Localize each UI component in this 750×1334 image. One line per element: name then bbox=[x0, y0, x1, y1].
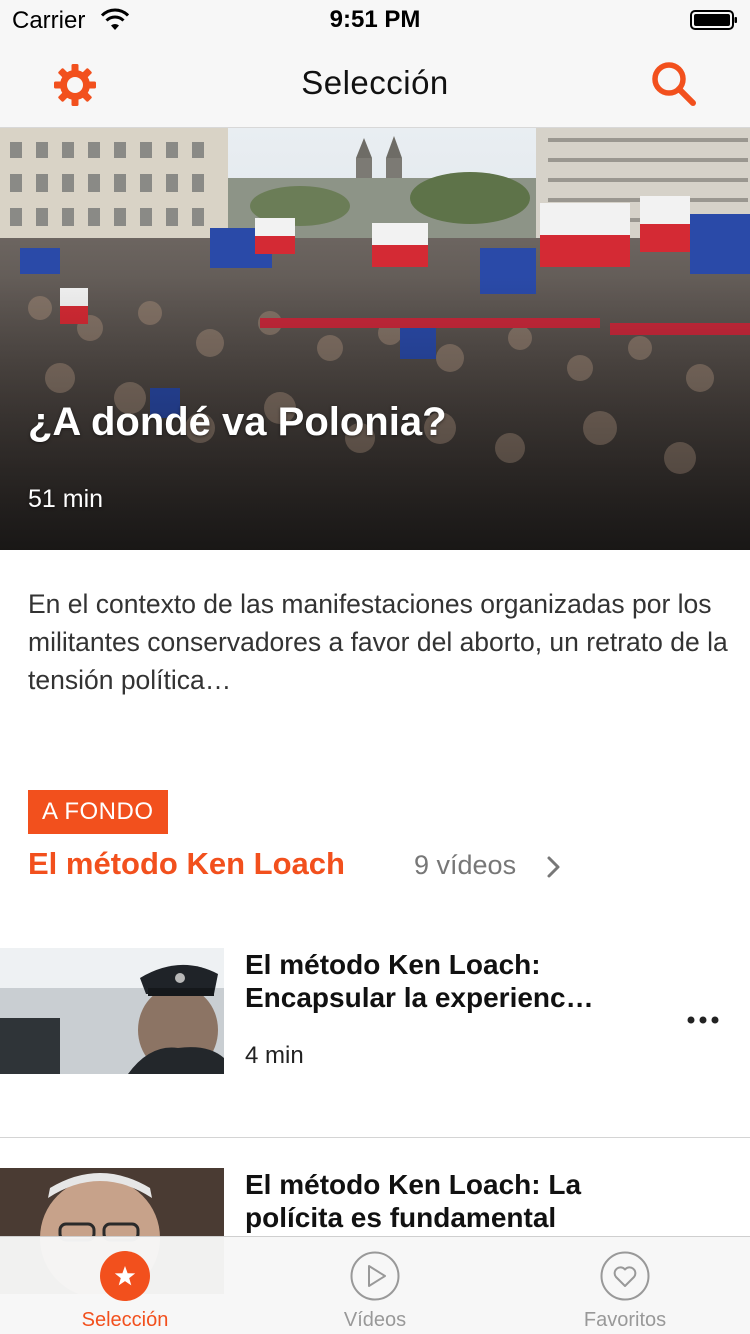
heart-icon bbox=[600, 1251, 650, 1301]
section-video-count[interactable]: 9 vídeos bbox=[414, 850, 516, 881]
list-divider bbox=[0, 1137, 750, 1138]
list-item-title: El método Ken Loach: Encapsular la exper… bbox=[245, 949, 594, 1013]
chevron-right-icon[interactable] bbox=[546, 855, 562, 879]
section-tag: A FONDO bbox=[28, 790, 168, 834]
battery-icon bbox=[690, 10, 737, 30]
list-item-duration: 4 min bbox=[245, 1042, 304, 1069]
hero-title: ¿A dondé va Polonia? bbox=[28, 400, 447, 444]
video-thumbnail bbox=[0, 948, 224, 1074]
hero-feature[interactable]: ¿A dondé va Polonia? 51 min bbox=[0, 128, 750, 550]
status-time: 9:51 PM bbox=[329, 6, 421, 33]
tab-bar: Selección Vídeos Favoritos bbox=[0, 1236, 750, 1334]
search-icon[interactable] bbox=[650, 60, 698, 108]
tab-label: Vídeos bbox=[343, 1309, 407, 1331]
tab-seleccion[interactable]: Selección bbox=[0, 1237, 250, 1334]
hero-description: En el contexto de las manifestaciones or… bbox=[28, 589, 728, 695]
hero-duration: 51 min bbox=[28, 485, 104, 513]
list-item[interactable]: El método Ken Loach: Encapsular la exper… bbox=[0, 948, 750, 1074]
hero-gradient bbox=[0, 128, 750, 550]
section-title[interactable]: El método Ken Loach bbox=[28, 846, 345, 882]
status-bar: Carrier 9:51 PM bbox=[0, 0, 750, 40]
star-icon bbox=[100, 1251, 150, 1301]
tab-label: Selección bbox=[81, 1309, 169, 1331]
tab-label: Favoritos bbox=[583, 1309, 667, 1331]
page-title: Selección bbox=[301, 64, 449, 101]
more-options-icon[interactable] bbox=[686, 1014, 720, 1026]
tab-videos[interactable]: Vídeos bbox=[250, 1237, 500, 1334]
nav-bar: Selección bbox=[0, 40, 750, 128]
tab-favoritos[interactable]: Favoritos bbox=[500, 1237, 750, 1334]
list-item-title: El método Ken Loach: La polícita es fund… bbox=[245, 1169, 582, 1233]
play-icon bbox=[350, 1251, 400, 1301]
